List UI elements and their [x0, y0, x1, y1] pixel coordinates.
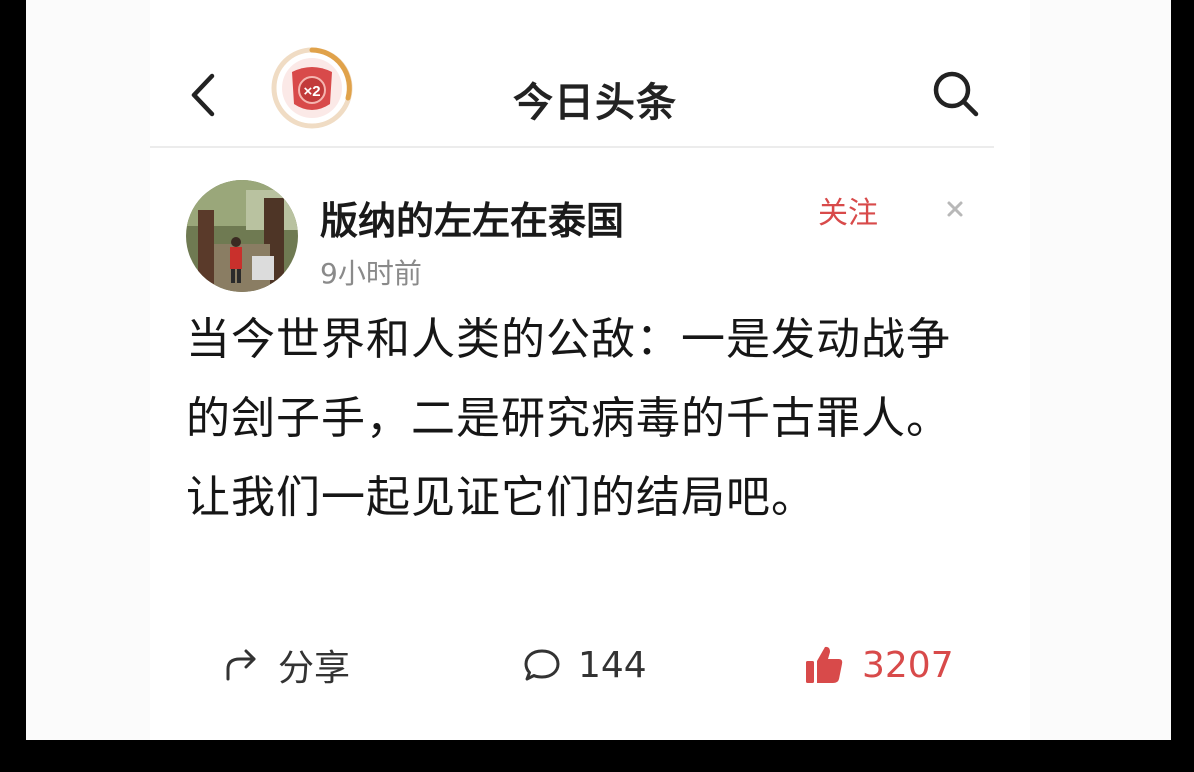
author-name[interactable]: 版纳的左左在泰国: [320, 190, 624, 245]
post-time: 9小时前: [320, 257, 422, 290]
post-content: 当今世界和人类的公敌：一是发动战争的刽子手，二是研究病毒的千古罪人。让我们一起见…: [186, 314, 951, 523]
like-button[interactable]: 3207: [802, 640, 954, 690]
share-arrow-icon: [226, 649, 256, 681]
header-divider: [150, 146, 994, 148]
comment-count: 144: [578, 644, 647, 686]
double-reward-badge-icon[interactable]: ×2: [270, 46, 354, 130]
comment-button[interactable]: 144: [522, 640, 647, 690]
close-icon[interactable]: [944, 198, 966, 220]
share-button[interactable]: 分享: [222, 640, 350, 690]
badge-text: ×2: [303, 83, 320, 100]
share-label: 分享: [278, 648, 351, 689]
author-avatar[interactable]: [186, 180, 298, 292]
follow-button[interactable]: 关注: [818, 188, 878, 232]
thumbs-up-icon: [806, 646, 843, 683]
search-icon[interactable]: [930, 68, 982, 120]
comment-bubble-icon: [524, 649, 560, 681]
app-title: 今日头条: [513, 80, 677, 126]
like-count: 3207: [862, 644, 954, 686]
screenshot-frame: ×2 今日头条 版纳的左左在泰国 9小时前 关注 当今世界和人类的公敌：一是发动…: [0, 0, 1194, 772]
chevron-left-icon[interactable]: [184, 70, 224, 120]
